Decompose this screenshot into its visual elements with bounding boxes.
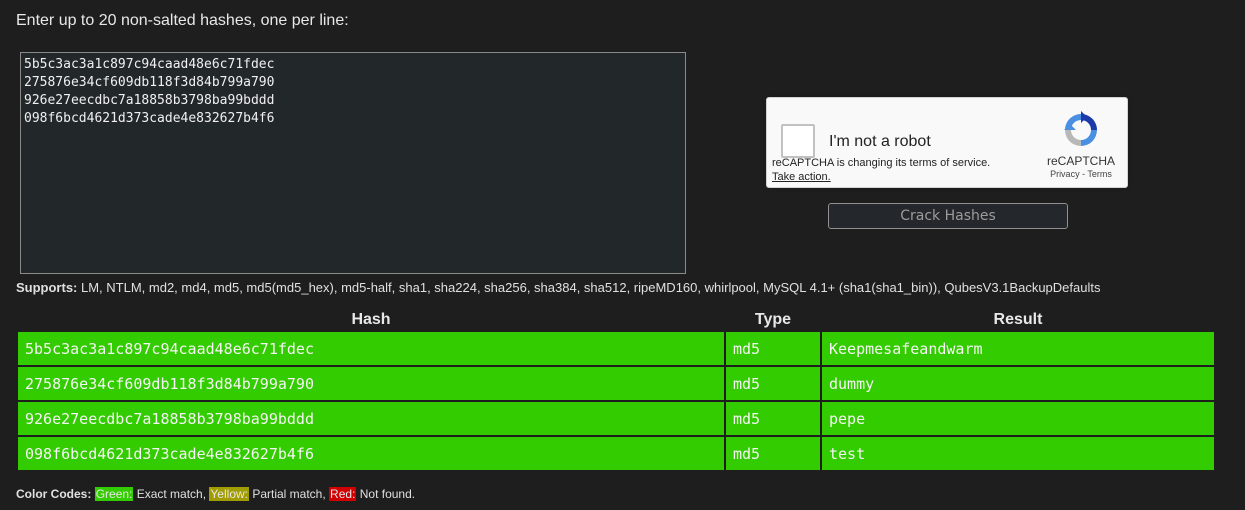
recaptcha-checkbox[interactable] — [781, 124, 815, 158]
row-hash: 5b5c3ac3a1c897c94caad48e6c71fdec — [18, 332, 724, 365]
row-type: md5 — [726, 367, 820, 400]
crack-hashes-button[interactable]: Crack Hashes — [828, 203, 1068, 229]
table-row: 098f6bcd4621d373cade4e832627b4f6 md5 tes… — [18, 437, 1214, 470]
header-result: Result — [993, 311, 1043, 328]
table-row: 5b5c3ac3a1c897c94caad48e6c71fdec md5 Kee… — [18, 332, 1214, 365]
recaptcha-notice-text: reCAPTCHA is changing its terms of servi… — [772, 157, 991, 169]
supported-formats: Supports: LM, NTLM, md2, md4, md5, md5(m… — [16, 280, 1100, 295]
recaptcha-terms-link[interactable]: Terms — [1087, 169, 1112, 179]
row-type: md5 — [726, 332, 820, 365]
input-prompt: Enter up to 20 non-salted hashes, one pe… — [16, 12, 349, 29]
header-hash: Hash — [351, 311, 391, 328]
supports-list: LM, NTLM, md2, md4, md5, md5(md5_hex), m… — [77, 280, 1101, 295]
recaptcha-brand: reCAPTCHA — [1046, 154, 1115, 168]
legend-yellow-desc: Partial match, — [249, 487, 330, 501]
crackstation-page: Enter up to 20 non-salted hashes, one pe… — [0, 0, 1245, 510]
results-table: Hash Type Result 5b5c3ac3a1c897c94caad48… — [16, 308, 1216, 472]
legend-red-desc: Not found. — [356, 487, 416, 501]
row-type: md5 — [726, 437, 820, 470]
row-result: pepe — [822, 402, 1214, 435]
header-type: Type — [754, 311, 792, 328]
supports-label: Supports: — [16, 280, 78, 295]
table-row: 275876e34cf609db118f3d84b799a790 md5 dum… — [18, 367, 1214, 400]
recaptcha-logo-icon — [1064, 111, 1097, 146]
color-codes-label: Color Codes: — [16, 487, 92, 501]
recaptcha-privacy-link[interactable]: Privacy — [1050, 169, 1080, 179]
hashes-textarea[interactable] — [20, 52, 686, 274]
legend-yellow: Yellow: — [209, 487, 249, 501]
row-hash: 926e27eecdbc7a18858b3798ba99bddd — [18, 402, 724, 435]
row-hash: 098f6bcd4621d373cade4e832627b4f6 — [18, 437, 724, 470]
color-codes-legend: Color Codes: Green: Exact match, Yellow:… — [16, 487, 415, 501]
legend-green: Green: — [94, 487, 134, 501]
row-result: test — [822, 437, 1214, 470]
row-result: dummy — [822, 367, 1214, 400]
legend-green-desc: Exact match, — [133, 487, 210, 501]
row-hash: 275876e34cf609db118f3d84b799a790 — [18, 367, 724, 400]
legend-red: Red: — [329, 487, 357, 501]
results-header-row: Hash Type Result — [18, 310, 1214, 330]
recaptcha-links: Privacy - Terms — [1031, 169, 1131, 179]
recaptcha-widget: I'm not a robot reCAPTCHA is changing it… — [766, 97, 1128, 188]
table-row: 926e27eecdbc7a18858b3798ba99bddd md5 pep… — [18, 402, 1214, 435]
recaptcha-notice: reCAPTCHA is changing its terms of servi… — [772, 156, 990, 184]
row-type: md5 — [726, 402, 820, 435]
row-result: Keepmesafeandwarm — [822, 332, 1214, 365]
recaptcha-label: I'm not a robot — [829, 133, 931, 150]
recaptcha-take-action-link[interactable]: Take action. — [772, 170, 990, 184]
